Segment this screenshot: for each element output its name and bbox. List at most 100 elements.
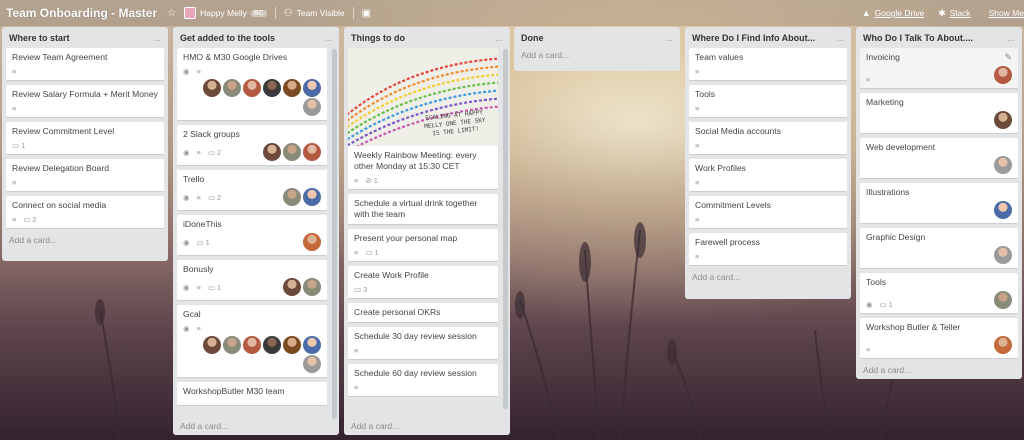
card[interactable]: Review Delegation Board ≡	[6, 159, 164, 192]
list-header[interactable]: Done ...	[518, 27, 676, 48]
avatar[interactable]	[994, 111, 1012, 129]
edit-icon[interactable]: ✎	[1004, 52, 1012, 63]
card[interactable]: SCALING AT HAPPY MELLY ONE THE SKY IS TH…	[348, 48, 498, 190]
avatar[interactable]	[994, 246, 1012, 264]
list-title[interactable]: Where to start	[9, 33, 70, 43]
avatar[interactable]	[243, 336, 261, 354]
show-menu-link[interactable]: Show Me	[989, 8, 1024, 18]
card[interactable]: WorkshopButler M30 team	[177, 382, 327, 406]
avatar[interactable]	[303, 79, 321, 97]
card[interactable]: Social Media accounts ≡	[689, 122, 847, 155]
list-menu-icon[interactable]: ...	[836, 33, 844, 43]
avatar[interactable]	[283, 336, 301, 354]
avatar[interactable]	[303, 278, 321, 296]
description-icon: ≡	[866, 74, 871, 84]
watch-icon: ◉	[183, 66, 190, 76]
card[interactable]: Tools ≡	[689, 85, 847, 118]
list-title[interactable]: Done	[521, 33, 544, 43]
avatar[interactable]	[283, 188, 301, 206]
list-menu-icon[interactable]: ...	[495, 33, 503, 43]
add-card-button[interactable]: Add a card...	[348, 419, 498, 433]
description-icon: ≡	[866, 344, 871, 354]
list-title[interactable]: Who Do I Talk To About....	[863, 33, 973, 43]
list-title[interactable]: Where Do I Find Info About...	[692, 33, 815, 43]
card[interactable]: iDoneThis ◉ ▭ 1	[177, 215, 327, 256]
card[interactable]: Review Team Agreement ≡	[6, 48, 164, 81]
avatar[interactable]	[994, 291, 1012, 309]
card[interactable]: Schedule 60 day review session ≡	[348, 364, 498, 397]
avatar[interactable]	[303, 355, 321, 373]
avatar[interactable]	[263, 79, 281, 97]
add-card-button[interactable]: Add a card...	[860, 363, 1018, 377]
card[interactable]: Tools ◉ ▭ 1	[860, 273, 1018, 314]
list-scrollbar[interactable]	[332, 49, 337, 419]
list-title[interactable]: Things to do	[351, 33, 405, 43]
card[interactable]: Schedule 30 day review session ≡	[348, 327, 498, 360]
list-menu-icon[interactable]: ...	[1007, 33, 1015, 43]
list-header[interactable]: Who Do I Talk To About.... ...	[860, 27, 1018, 48]
card[interactable]: Create Work Profile ▭ 3	[348, 266, 498, 299]
card[interactable]: Web development	[860, 138, 1018, 179]
card[interactable]: Work Profiles ≡	[689, 159, 847, 192]
card[interactable]: ✎ Invoicing ≡	[860, 48, 1018, 89]
card[interactable]: Gcal ◉ ≡	[177, 305, 327, 378]
card[interactable]: Trello ◉ ≡ ▭ 2	[177, 170, 327, 211]
card-title: Illustrations	[866, 187, 910, 197]
avatar[interactable]	[994, 336, 1012, 354]
list-header[interactable]: Where Do I Find Info About... ...	[689, 27, 847, 48]
card[interactable]: Bonusly ◉ ≡ ▭ 1	[177, 260, 327, 301]
avatar[interactable]	[283, 79, 301, 97]
card[interactable]: Commitment Levels ≡	[689, 196, 847, 229]
add-card-button[interactable]: Add a card...	[6, 233, 164, 247]
card[interactable]: Illustrations	[860, 183, 1018, 224]
list-scrollbar[interactable]	[503, 49, 508, 409]
avatar[interactable]	[203, 79, 221, 97]
google-drive-link[interactable]: Google Drive	[875, 8, 925, 18]
avatar[interactable]	[223, 336, 241, 354]
card[interactable]: Farewell process ≡	[689, 233, 847, 266]
card[interactable]: 2 Slack groups ◉ ≡ ▭ 2	[177, 125, 327, 166]
visibility-button[interactable]: Team Visible	[297, 8, 345, 18]
card[interactable]: Graphic Design	[860, 228, 1018, 269]
add-card-button[interactable]: Add a card...	[689, 270, 847, 284]
card[interactable]: Schedule a virtual drink together with t…	[348, 194, 498, 225]
card[interactable]: Marketing	[860, 93, 1018, 134]
avatar[interactable]	[303, 143, 321, 161]
add-card-button[interactable]: Add a card...	[518, 48, 676, 62]
avatar[interactable]	[203, 336, 221, 354]
avatar[interactable]	[303, 336, 321, 354]
org-switcher[interactable]: Happy Melly BC	[184, 7, 267, 19]
list-header[interactable]: Get added to the tools ...	[177, 27, 335, 48]
list-menu-icon[interactable]: ...	[324, 33, 332, 43]
card[interactable]: Workshop Butler & Teller ≡	[860, 318, 1018, 359]
avatar[interactable]	[303, 98, 321, 116]
avatar[interactable]	[283, 278, 301, 296]
avatar[interactable]	[303, 233, 321, 251]
avatar[interactable]	[243, 79, 261, 97]
add-card-button[interactable]: Add a card...	[177, 419, 327, 433]
card[interactable]: HMO & M30 Google Drives ◉ ≡	[177, 48, 327, 121]
card[interactable]: Present your personal map ≡ ▭ 1	[348, 229, 498, 262]
list-header[interactable]: Where to start ...	[6, 27, 164, 48]
list-menu-icon[interactable]: ...	[153, 33, 161, 43]
list-title[interactable]: Get added to the tools	[180, 33, 275, 43]
avatar[interactable]	[263, 143, 281, 161]
card[interactable]: Review Commitment Level ▭ 1	[6, 122, 164, 155]
board-title[interactable]: Team Onboarding - Master	[6, 6, 157, 20]
avatar[interactable]	[994, 156, 1012, 174]
avatar[interactable]	[223, 79, 241, 97]
slack-link[interactable]: Slack	[950, 8, 971, 18]
star-icon[interactable]: ☆	[167, 8, 176, 19]
briefcase-icon[interactable]: ▣	[362, 8, 371, 19]
avatar[interactable]	[994, 66, 1012, 84]
avatar[interactable]	[263, 336, 281, 354]
list-menu-icon[interactable]: ...	[665, 33, 673, 43]
card[interactable]: Review Salary Formula + Merit Money ≡	[6, 85, 164, 118]
avatar[interactable]	[994, 201, 1012, 219]
card[interactable]: Team values ≡	[689, 48, 847, 81]
card[interactable]: Create personal OKRs	[348, 303, 498, 323]
card[interactable]: Connect on social media ≡ ▭ 2	[6, 196, 164, 229]
list-header[interactable]: Things to do ...	[348, 27, 506, 48]
avatar[interactable]	[283, 143, 301, 161]
avatar[interactable]	[303, 188, 321, 206]
